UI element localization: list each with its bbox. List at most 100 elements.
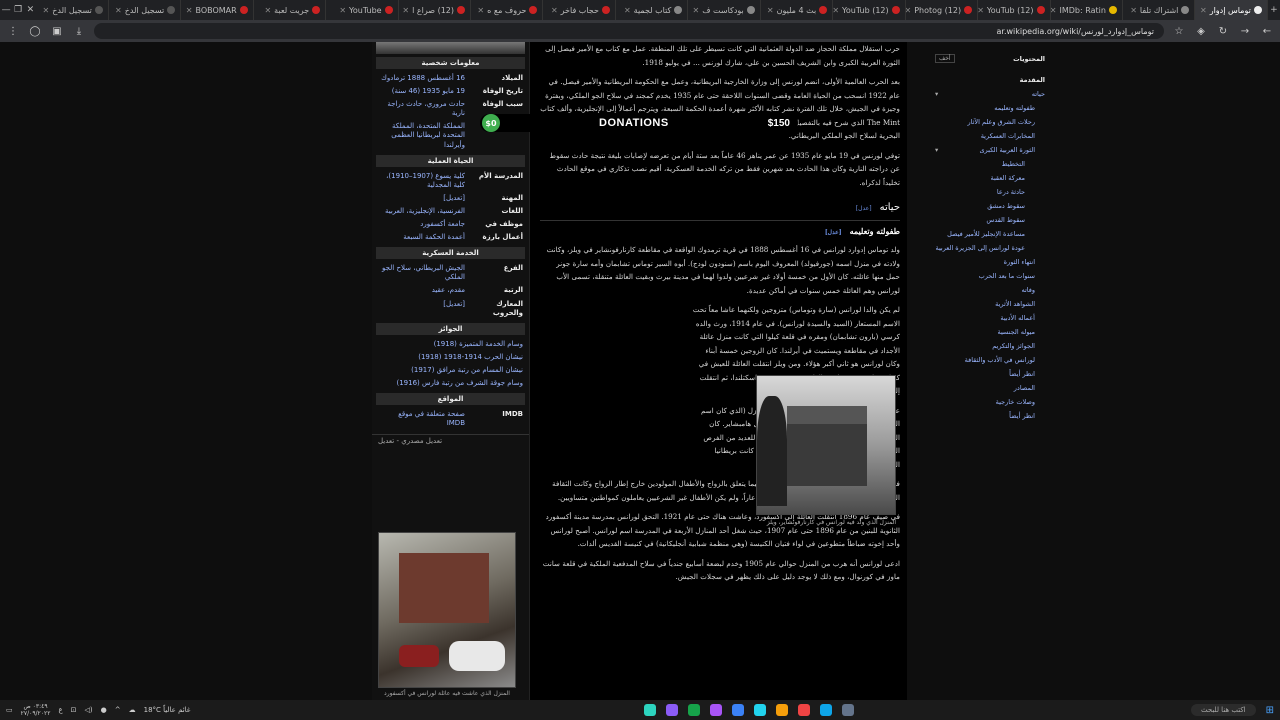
maximize-window-icon[interactable]: ❐ (12, 5, 24, 15)
browser-tab[interactable]: بث 4 مليون ✕ (761, 0, 834, 20)
infobox-value-link[interactable]: 19 مايو 1935 (46 سنة) (378, 87, 465, 96)
browser-tab[interactable]: اشتراك تلفا ✕ (1123, 0, 1196, 20)
award-link[interactable]: وسام جوقة الشرف من رتبة فارس (1916) (378, 379, 523, 388)
toc-item[interactable]: انظر أيضاً (935, 409, 1045, 423)
taskbar-app-icon[interactable] (819, 704, 832, 716)
network-icon[interactable]: ⊡ (71, 706, 77, 714)
toc-item[interactable]: مساعدة الإنجليز للأمير فيصل (935, 227, 1045, 241)
infobox-value-link[interactable]: مقدم، عقيد (378, 286, 465, 295)
award-item[interactable]: نيشان المسام من رتبة مرافق (1917) (372, 364, 529, 377)
toc-item[interactable]: رحلات الشرق وعلم الآثار (935, 115, 1045, 129)
edit-subsection-link[interactable]: [عدل] (825, 229, 842, 236)
browser-tab[interactable]: BOBOMAR ✕ (181, 0, 254, 20)
weather-icon[interactable]: ☁ (129, 706, 136, 714)
browser-tab[interactable]: (12) Photog✕ (906, 0, 979, 20)
toc-item[interactable]: انتهاء الثورة (935, 255, 1045, 269)
browser-tab[interactable]: حروف مع ه ✕ (471, 0, 544, 20)
infobox-value-link[interactable]: الجيش البريطاني، سلاح الجو الملكي (378, 264, 465, 282)
reload-icon[interactable]: ↻ (1216, 26, 1230, 37)
infobox-value-link[interactable]: جامعة أكسفورد (378, 220, 465, 229)
tab-close-icon[interactable]: ✕ (906, 6, 912, 15)
browser-tab[interactable]: حجاب فاخر ✕ (543, 0, 616, 20)
infobox-edit-link[interactable]: تعديل مصدري - تعديل (378, 437, 523, 446)
close-window-icon[interactable]: ✕ (24, 5, 36, 15)
toc-item[interactable]: أعماله الأدبية (935, 311, 1045, 325)
tab-close-icon[interactable]: ✕ (477, 6, 484, 15)
browser-tab[interactable]: IMDb: Ratin✕ (1051, 0, 1123, 20)
imdb-link[interactable]: صفحة متعلقة في موقع IMDB (378, 410, 465, 428)
taskbar-app-icon[interactable] (643, 704, 656, 716)
taskbar-search-input[interactable]: اكتب هنا للبحث (1191, 704, 1256, 716)
infobox-value-link[interactable]: [تعديل] (378, 194, 465, 203)
oxford-house-photo[interactable] (378, 532, 516, 688)
taskbar-app-icon[interactable] (687, 704, 700, 716)
infobox-value-link[interactable]: حادث مروري، حادث دراجة نارية (378, 100, 465, 118)
browser-tab[interactable]: جريت لعبة ✕ (254, 0, 327, 20)
award-link[interactable]: وسام الخدمة المتميزة (1918) (378, 340, 523, 349)
infobox-value-link[interactable]: [تعديل] (378, 300, 465, 318)
browser-tab[interactable]: بودكاست ف ✕ (688, 0, 761, 20)
taskbar-app-icon[interactable] (775, 704, 788, 716)
tab-close-icon[interactable]: ✕ (551, 6, 558, 15)
tab-close-icon[interactable]: ✕ (767, 6, 774, 15)
toc-item[interactable]: المصادر (935, 381, 1045, 395)
tab-close-icon[interactable]: ✕ (624, 6, 631, 15)
chevron-down-icon[interactable]: ▾ (935, 90, 938, 98)
browser-tab[interactable]: تسجيل الدخ ✕ (109, 0, 182, 20)
tab-close-icon[interactable]: ✕ (43, 6, 50, 15)
chevron-down-icon[interactable]: ▾ (935, 146, 938, 154)
toc-item[interactable]: الجوائز والتكريم (935, 339, 1045, 353)
toc-item[interactable]: انظر أيضاً (935, 367, 1045, 381)
toc-item[interactable]: الشواهد الأثرية (935, 297, 1045, 311)
shield-icon[interactable]: ◈ (1194, 26, 1208, 37)
edit-section-link[interactable]: [عدل] (856, 205, 872, 212)
forward-icon[interactable]: → (1238, 26, 1252, 37)
toc-item[interactable]: معركة العقبة (935, 171, 1045, 185)
browser-tab[interactable]: كتاب لجمية ✕ (616, 0, 689, 20)
tab-close-icon[interactable]: ✕ (186, 6, 193, 15)
bookmark-star-icon[interactable]: ☆ (1172, 26, 1186, 37)
language-indicator[interactable]: ع (58, 706, 62, 714)
toc-item[interactable]: طفولته وتعليمه (935, 101, 1045, 115)
infobox-value-link[interactable]: 16 أغسطس 1888 ترمادوك (378, 74, 465, 83)
toc-item[interactable]: حياته ▾ (935, 87, 1045, 101)
tab-close-icon[interactable]: ✕ (402, 6, 409, 15)
donation-banner[interactable]: $0 DONATIONS $150 (480, 114, 798, 132)
minimize-window-icon[interactable]: — (0, 5, 12, 15)
microphone-icon[interactable]: ● (101, 706, 107, 714)
toc-item[interactable]: وفاته (935, 283, 1045, 297)
start-icon[interactable]: ⊞ (1266, 705, 1274, 716)
extensions-icon[interactable]: ▣ (50, 26, 64, 37)
taskbar-app-icon[interactable] (731, 704, 744, 716)
toc-item[interactable]: سقوط دمشق (935, 199, 1045, 213)
tab-close-icon[interactable]: ✕ (115, 6, 122, 15)
browser-tab[interactable]: (12) صراع ا ✕ (399, 0, 472, 20)
taskbar-app-icon[interactable] (709, 704, 722, 716)
url-input[interactable]: ar.wikipedia.org/wiki/توماس_إدوارد_لورنس (94, 23, 1164, 39)
download-icon[interactable]: ⤓ (72, 26, 86, 37)
browser-tab[interactable]: (12) YouTub✕ (978, 0, 1051, 20)
toc-item[interactable]: الثورة العربية الكبرى ▾ (935, 143, 1045, 157)
chevron-up-icon[interactable]: ^ (115, 706, 121, 714)
award-link[interactable]: نيشان المسام من رتبة مرافق (1917) (378, 366, 523, 375)
clock[interactable]: ٠٣:٤٩ ص ٢٧/٠٩/٢٠٢٢ (21, 703, 51, 717)
tab-close-icon[interactable]: ✕ (1130, 6, 1137, 15)
infobox-value-link[interactable]: المملكة المتحدة، المملكة المتحدة لبريطان… (378, 122, 465, 149)
back-icon[interactable]: ← (1260, 26, 1274, 37)
browser-tab[interactable]: توماس إدوار ✕ (1195, 0, 1268, 20)
toc-item[interactable]: المقدمة (935, 73, 1045, 87)
toc-item[interactable]: ميوله الجنسية (935, 325, 1045, 339)
toc-item[interactable]: حادثة درعا (935, 185, 1045, 199)
toc-hide-button[interactable]: أخف (935, 54, 955, 63)
infobox-value-link[interactable]: كلية يسوع (1907–1910)، كلية المجدلية (378, 172, 465, 190)
volume-icon[interactable]: ◁) (85, 706, 93, 714)
birthplace-photo[interactable] (756, 375, 896, 515)
award-item[interactable]: نيشان الحرب 1914-1918 (1918) (372, 351, 529, 364)
toc-item[interactable]: سنوات ما بعد الحرب (935, 269, 1045, 283)
profile-icon[interactable]: ◯ (28, 26, 42, 37)
tab-close-icon[interactable]: ✕ (833, 6, 839, 15)
toc-item[interactable]: عودة لورانس إلى الجزيرة العربية (935, 241, 1045, 255)
browser-tab[interactable]: YouTube ✕ (326, 0, 399, 20)
tab-close-icon[interactable]: ✕ (693, 6, 700, 15)
weather-text[interactable]: 18°C غائم عالياً (144, 706, 191, 714)
